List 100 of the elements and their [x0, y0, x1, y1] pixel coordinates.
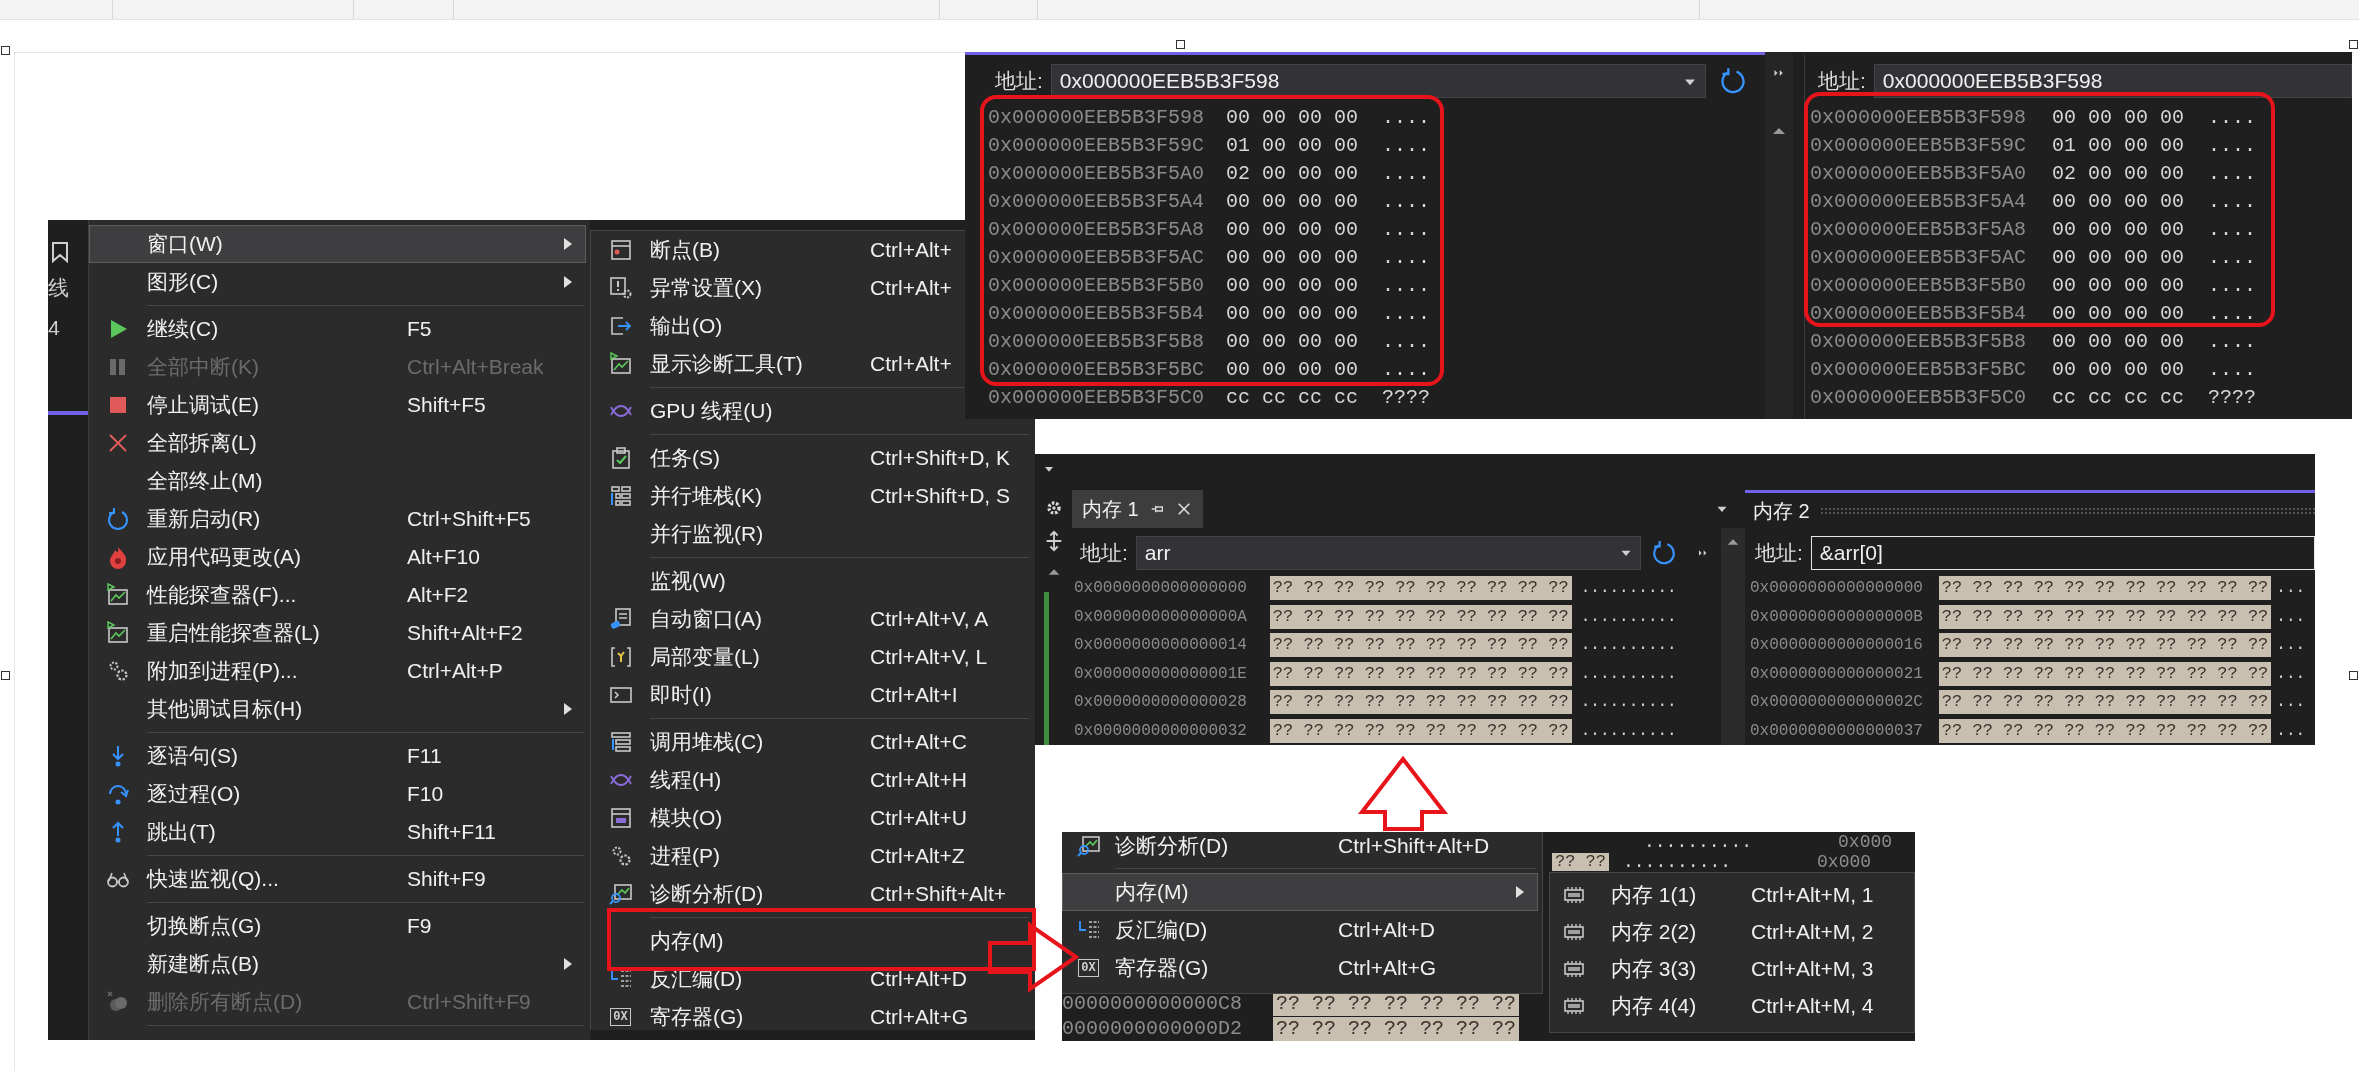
shortcut-text: Shift+Alt+F2: [407, 620, 523, 647]
menu-item[interactable]: 内存 4(4) Ctrl+Alt+M, 4: [1550, 987, 1910, 1024]
menu-item[interactable]: 继续(C) F5: [89, 310, 586, 348]
memory-bytes: 00 00 00 00: [1226, 189, 1359, 215]
menu-item[interactable]: 应用代码更改(A) Alt+F10: [89, 538, 586, 576]
memory-bytes: ?? ?? ?? ?? ?? ?? ?? ?? ?? ?? ??: [1938, 604, 2272, 629]
stack-icon: [608, 730, 633, 754]
memory-bytes: ?? ?? ?? ?? ?? ?? ?? ?? ?? ??: [1269, 604, 1572, 629]
menu-item[interactable]: 并行堆栈(K) Ctrl+Shift+D, S: [591, 477, 1031, 515]
menu-item[interactable]: 局部变量(L) Ctrl+Alt+V, L: [591, 638, 1031, 676]
menu-item[interactable]: 切换断点(G) F9: [89, 907, 586, 945]
shortcut-text: Ctrl+Shift+Alt+D: [1338, 833, 1490, 860]
menu-item[interactable]: 异常设置(X) Ctrl+Alt+: [591, 269, 963, 307]
register-icon: 0X: [1078, 959, 1099, 977]
refresh-icon[interactable]: [1718, 67, 1747, 95]
shortcut-text: Ctrl+Alt+C: [870, 729, 967, 756]
menu-item[interactable]: 并行监视(R): [591, 515, 1031, 553]
address-label: 地址:: [995, 68, 1043, 95]
tab[interactable]: 内存 1: [1072, 490, 1203, 528]
menu-item[interactable]: 线程(H) Ctrl+Alt+H: [591, 761, 1031, 799]
memory-chars: ????: [2208, 385, 2257, 411]
menu-item[interactable]: 诊断分析(D) Ctrl+Shift+Alt+D: [1062, 832, 1538, 864]
menu-item[interactable]: 窗口(W): [89, 225, 586, 263]
menu-item[interactable]: 内存 3(3) Ctrl+Alt+M, 3: [1550, 950, 1910, 987]
menu-item[interactable]: 自动窗口(A) Ctrl+Alt+V, A: [591, 600, 1031, 638]
memory-address: 0x000000EEB5B3F5B8: [1810, 329, 2027, 355]
resize-handle[interactable]: [1176, 40, 1185, 49]
menu-item[interactable]: 调用堆栈(C) Ctrl+Alt+C: [591, 723, 1031, 761]
menu-item[interactable]: 监视(W): [591, 562, 1031, 600]
menu-item[interactable]: 重新启动(R) Ctrl+Shift+F5: [89, 500, 586, 538]
memory-address: 0x000000EEB5B3F598: [988, 105, 1205, 131]
address-field[interactable]: &arr[0]: [1810, 536, 2315, 570]
memory-address: 0x000000EEB5B3F5AC: [988, 245, 1205, 271]
menu-item[interactable]: GPU 线程(U): [591, 392, 963, 430]
shortcut-text: F11: [407, 743, 442, 770]
memory-bytes: 00 00 00 00: [1226, 273, 1359, 299]
menu-item[interactable]: 性能探查器(F)... Alt+F2: [89, 576, 586, 614]
chart-icon: [106, 621, 130, 645]
memory-address: 0x000000EEB5B3F5BC: [988, 357, 1205, 383]
memory-chars: ....: [1382, 133, 1431, 159]
menu-item[interactable]: 内存(M): [1062, 873, 1538, 911]
menu-item[interactable]: 跳出(T) Shift+F11: [89, 813, 586, 851]
menu-item[interactable]: 全部拆离(L): [89, 424, 586, 462]
menu-item[interactable]: 逐语句(S) F11: [89, 737, 586, 775]
memory-chars: ..........: [1580, 578, 1677, 600]
memory-chars: ...: [2276, 578, 2306, 600]
menu-item[interactable]: 内存 1(1) Ctrl+Alt+M, 1: [1550, 876, 1910, 913]
menu-item[interactable]: 断点(B) Ctrl+Alt+: [591, 231, 963, 269]
menu-item[interactable]: 全部终止(M): [89, 462, 586, 500]
memory-address: 0x000000EEB5B3F5B0: [1810, 273, 2027, 299]
memory-chars: ....: [2208, 329, 2257, 355]
memory-chars: ..........: [1580, 663, 1677, 685]
menu-item[interactable]: 任务(S) Ctrl+Shift+D, K: [591, 439, 1031, 477]
resize-handle[interactable]: [2349, 671, 2358, 680]
memory-bytes: ?? ?? ?? ?? ?? ?? ??: [1273, 1016, 1520, 1041]
resize-handle[interactable]: [2349, 40, 2358, 49]
shortcut-text: Ctrl+Alt+U: [870, 805, 967, 832]
memory-bytes: 00 00 00 00: [2052, 105, 2185, 131]
memory-chars: ....: [1382, 357, 1431, 383]
menu-item[interactable]: 内存(M): [591, 922, 1031, 960]
menu-item[interactable]: 模块(O) Ctrl+Alt+U: [591, 799, 1031, 837]
memory-chars: ....: [2208, 105, 2257, 131]
memory-chars: ...: [2276, 720, 2306, 742]
menu-item[interactable]: 即时(I) Ctrl+Alt+I: [591, 676, 1031, 714]
menu-item[interactable]: 快速监视(Q)... Shift+F9: [89, 860, 586, 898]
memory-address: 0x000000000000002C: [1750, 692, 1923, 714]
menu-item[interactable]: 逐过程(O) F10: [89, 775, 586, 813]
menu-item[interactable]: 重启性能探查器(L) Shift+Alt+F2: [89, 614, 586, 652]
menu-item[interactable]: 进程(P) Ctrl+Alt+Z: [591, 837, 1031, 875]
memory-bytes: 00 00 00 00: [2052, 357, 2185, 383]
menu-item[interactable]: 图形(C): [89, 263, 586, 301]
resize-handle[interactable]: [1, 671, 10, 680]
menu-item[interactable]: 0X 寄存器(G) Ctrl+Alt+G: [1062, 949, 1538, 987]
shortcut-text: Ctrl+Alt+I: [870, 682, 958, 709]
memory-address: 0x000000EEB5B3F5B4: [1810, 301, 2027, 327]
memory-address: 0x000000EEB5B3F5BC: [1810, 357, 2027, 383]
menu-item[interactable]: 输出(O): [591, 307, 963, 345]
menu-item[interactable]: 附加到进程(P)... Ctrl+Alt+P: [89, 652, 586, 690]
address-field[interactable]: 0x000000EEB5B3F598: [1050, 64, 1706, 98]
memory-bytes: ?? ?? ?? ?? ?? ?? ?? ?? ?? ??: [1269, 661, 1572, 686]
shortcut-text: Ctrl+Alt+D: [870, 966, 967, 993]
refresh-icon[interactable]: [1650, 540, 1677, 566]
menu-item[interactable]: 反汇编(D) Ctrl+Alt+D: [1062, 911, 1538, 949]
menu-item[interactable]: 停止调试(E) Shift+F5: [89, 386, 586, 424]
menu-item[interactable]: 诊断分析(D) Ctrl+Shift+Alt+: [591, 875, 1031, 913]
memory-address: 0x000000EEB5B3F5A0: [1810, 161, 2027, 187]
menu-item[interactable]: 0X 寄存器(G) Ctrl+Alt+G: [591, 998, 1031, 1036]
resize-handle[interactable]: [1, 46, 10, 55]
memory-chars: ...: [2276, 692, 2306, 714]
shortcut-text: Ctrl+Alt+D: [1338, 917, 1435, 944]
shortcut-text: Ctrl+Alt+G: [870, 1004, 969, 1031]
memory-chars: ..........: [1580, 692, 1677, 714]
address-field[interactable]: 0x000000EEB5B3F598: [1873, 64, 2352, 98]
menu-item[interactable]: 内存 2(2) Ctrl+Alt+M, 2: [1550, 913, 1910, 950]
address-field[interactable]: arr: [1135, 536, 1641, 570]
menu-item[interactable]: 显示诊断工具(T) Ctrl+Alt+: [591, 345, 963, 383]
active-tab-bar: [48, 411, 88, 415]
document-icon: [608, 607, 633, 631]
menu-item[interactable]: 新建断点(B): [89, 945, 586, 983]
menu-item[interactable]: 其他调试目标(H): [89, 690, 586, 728]
